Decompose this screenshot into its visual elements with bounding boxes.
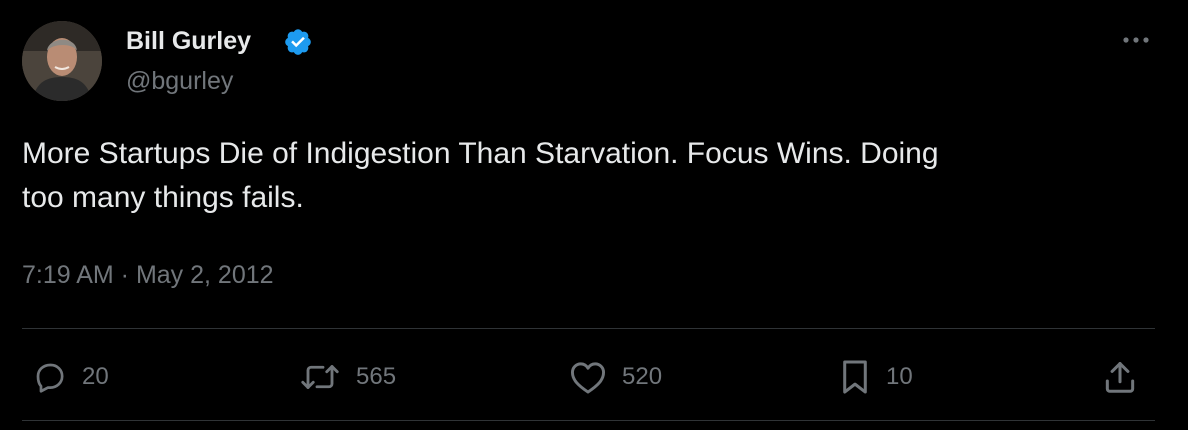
tweet-text-line: too many things fails. (22, 181, 304, 214)
divider (22, 328, 1155, 329)
retweet-button[interactable]: 565 (298, 356, 396, 398)
author-handle[interactable]: @bgurley (126, 66, 233, 96)
tweet-text-line: More Startups Die of Indigestion Than St… (22, 137, 939, 170)
like-button[interactable]: 520 (568, 356, 662, 398)
tweet-text: More Startups Die of Indigestion Than St… (22, 132, 1142, 220)
divider (22, 420, 1155, 421)
like-icon (568, 359, 608, 395)
share-button[interactable] (1101, 356, 1139, 398)
more-icon[interactable] (1120, 30, 1152, 50)
bookmark-count: 10 (886, 363, 913, 390)
tweet-card: Bill Gurley @bgurley More Startups Die o… (0, 0, 1188, 430)
retweet-count: 565 (356, 363, 397, 390)
bookmark-icon (838, 358, 872, 396)
reply-button[interactable]: 20 (32, 356, 109, 398)
author-name[interactable]: Bill Gurley (126, 26, 251, 56)
reply-count: 20 (82, 363, 109, 390)
share-icon (1101, 358, 1139, 396)
retweet-icon (298, 359, 342, 395)
verified-badge-icon (283, 27, 313, 57)
tweet-timestamp[interactable]: 7:19 AM · May 2, 2012 (22, 259, 274, 291)
like-count: 520 (622, 363, 663, 390)
reply-icon (32, 359, 68, 395)
avatar[interactable] (22, 21, 102, 101)
bookmark-button[interactable]: 10 (838, 356, 913, 398)
